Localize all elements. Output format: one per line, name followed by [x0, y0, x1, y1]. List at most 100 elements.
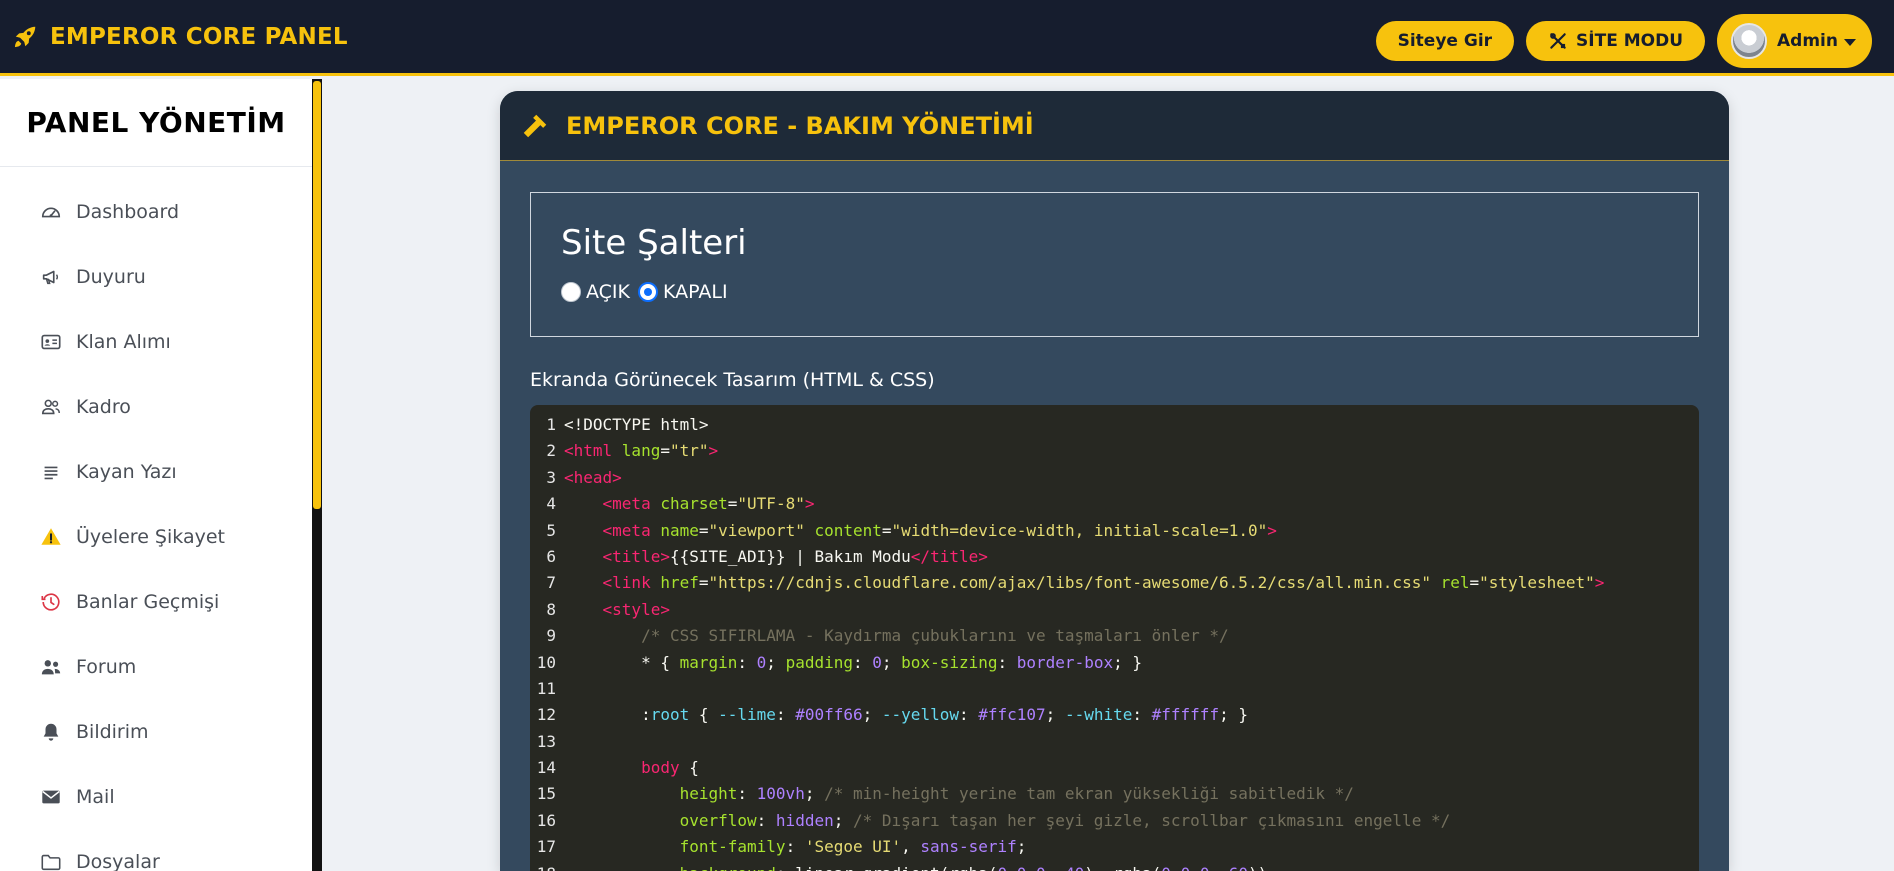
code-line: 12 :root { --lime: #00ff66; --yellow: #f… — [530, 702, 1604, 728]
code-text: <head> — [564, 467, 622, 487]
top-actions: Siteye Gir SİTE MODU Admin — [1375, 14, 1872, 68]
code-text: <link href="https://cdnjs.cloudflare.com… — [602, 573, 1605, 593]
sidebar-item-forum[interactable]: Forum — [0, 634, 312, 699]
code-line: 11 — [530, 676, 1604, 702]
site-switch-box: Site Şalteri AÇIK KAPALI — [530, 192, 1699, 337]
code-line: 5 <meta name="viewport" content="width=d… — [530, 518, 1604, 544]
lines-icon — [44, 466, 58, 479]
code-line: 6 <title>{{SITE_ADI}} | Bakım Modu</titl… — [530, 544, 1604, 570]
sidebar-item-uyelere-sikayet[interactable]: Üyelere Şikayet — [0, 504, 312, 569]
sidebar-item-label: Forum — [76, 655, 137, 678]
folder-icon — [41, 854, 61, 870]
users-icon — [41, 399, 60, 414]
code-text: <meta name="viewport" content="width=dev… — [602, 520, 1277, 540]
line-number: 6 — [546, 546, 556, 566]
sidebar-item-klan-alimi[interactable]: Klan Alımı — [0, 309, 312, 374]
sidebar-item-label: Mail — [76, 785, 115, 808]
code-editor[interactable]: 1 <!DOCTYPE html> 2 <html lang="tr"> 3 <head>… — [530, 405, 1699, 871]
sidebar-item-label: Dashboard — [76, 200, 180, 223]
code-line: 3 <head> — [530, 465, 1604, 491]
sidebar-item-label: Duyuru — [76, 265, 146, 288]
sidebar-item-label: Klan Alımı — [76, 330, 171, 353]
sidebar-item-dosyalar[interactable]: Dosyalar — [0, 829, 312, 871]
line-number: 13 — [536, 731, 556, 751]
code-line: 9 /* CSS SIFIRLAMA - Kaydırma çubukların… — [530, 623, 1604, 649]
line-number: 18 — [530, 861, 564, 871]
code-text: <title>{{SITE_ADI}} | Bakım Modu</title> — [602, 546, 988, 566]
line-number: 3 — [546, 467, 556, 487]
avatar — [1731, 23, 1768, 59]
sidebar-item-label: Kadro — [76, 395, 131, 418]
line-number: 9 — [546, 626, 556, 646]
code-text: /* CSS SIFIRLAMA - Kaydırma çubuklarını … — [641, 626, 1229, 646]
radio-closed[interactable] — [638, 282, 658, 302]
code-line: 4 <meta charset="UTF-8"> — [530, 491, 1604, 517]
enter-site-button[interactable]: Siteye Gir — [1375, 21, 1515, 61]
people-icon — [41, 659, 61, 674]
tools-icon — [1550, 33, 1566, 49]
code-lines: 1 <!DOCTYPE html> 2 <html lang="tr"> 3 <head>… — [530, 412, 1605, 871]
switch-radio-group: AÇIK KAPALI — [561, 281, 736, 303]
line-number: 5 — [546, 520, 556, 540]
sidebar-scrollbar[interactable] — [312, 79, 322, 871]
radio-open-label[interactable]: AÇIK — [586, 281, 630, 303]
top-navbar: EMPEROR CORE PANEL Siteye Gir SİTE MODU … — [0, 0, 1894, 76]
history-icon — [41, 592, 60, 611]
card-header: EMPEROR CORE - BAKIM YÖNETİMİ — [500, 91, 1729, 161]
code-line: 18 background: linear-gradient(rgba(0,0,… — [530, 861, 1604, 871]
sidebar-item-kayan-yazi[interactable]: Kayan Yazı — [0, 439, 312, 504]
sidebar-item-dashboard[interactable]: Dashboard — [0, 179, 312, 244]
brand[interactable]: EMPEROR CORE PANEL — [12, 24, 348, 50]
code-text: <html lang="tr"> — [564, 441, 719, 461]
line-number: 10 — [536, 652, 556, 672]
line-number: 2 — [546, 441, 556, 461]
code-text: <style> — [602, 599, 670, 619]
site-mode-label: SİTE MODU — [1576, 31, 1684, 51]
code-line: 1 <!DOCTYPE html> — [530, 412, 1604, 438]
code-line: 10 * { margin: 0; padding: 0; box-sizing… — [530, 650, 1604, 676]
code-text: <!DOCTYPE html> — [564, 415, 709, 434]
design-label: Ekranda Görünecek Tasarım (HTML & CSS) — [530, 369, 935, 391]
sidebar-item-banlar-gecmisi[interactable]: Banlar Geçmişi — [0, 569, 312, 634]
sidebar: PANEL YÖNETİM Dashboard Duyuru Klan Alım… — [0, 79, 312, 871]
gauge-icon — [41, 207, 61, 217]
line-number: 16 — [536, 810, 556, 830]
code-text: body { — [641, 758, 699, 778]
sidebar-item-duyuru[interactable]: Duyuru — [0, 244, 312, 309]
admin-label: Admin — [1777, 31, 1838, 51]
code-line: 16 overflow: hidden; /* Dışarı taşan her… — [530, 808, 1604, 834]
sidebar-item-bildirim[interactable]: Bildirim — [0, 699, 312, 764]
sidebar-item-label: Kayan Yazı — [76, 460, 177, 483]
caret-down-icon — [1844, 38, 1856, 46]
line-number: 7 — [546, 573, 556, 593]
radio-closed-label[interactable]: KAPALI — [663, 281, 728, 303]
sidebar-item-label: Banlar Geçmişi — [76, 590, 220, 613]
code-line: 7 <link href="https://cdnjs.cloudflare.c… — [530, 570, 1604, 596]
sidebar-scrollbar-thumb[interactable] — [313, 81, 321, 509]
code-line: 15 height: 100vh; /* min-height yerine t… — [530, 781, 1604, 807]
radio-open[interactable] — [561, 282, 581, 302]
admin-menu-button[interactable]: Admin — [1717, 14, 1872, 68]
sidebar-item-label: Üyelere Şikayet — [76, 525, 225, 548]
brand-title: EMPEROR CORE PANEL — [50, 23, 348, 50]
enter-site-label: Siteye Gir — [1397, 31, 1493, 51]
sidebar-item-label: Dosyalar — [76, 850, 160, 871]
rocket-icon — [14, 26, 36, 47]
sidebar-item-mail[interactable]: Mail — [0, 764, 312, 829]
code-text: * { margin: 0; padding: 0; box-sizing: b… — [564, 652, 1142, 672]
code-line: 17 font-family: 'Segoe UI', sans-serif; — [530, 834, 1604, 860]
code-text: height: 100vh; /* min-height yerine tam … — [679, 784, 1354, 804]
sidebar-item-kadro[interactable]: Kadro — [0, 374, 312, 439]
code-line: 8 <style> — [530, 597, 1604, 623]
mail-icon — [42, 790, 60, 803]
line-number: 15 — [536, 784, 556, 804]
line-number: 1 — [546, 415, 556, 434]
site-mode-button[interactable]: SİTE MODU — [1526, 21, 1706, 61]
hammer-icon — [523, 114, 547, 137]
line-number: 4 — [546, 494, 556, 514]
megaphone-icon — [42, 270, 59, 284]
code-text: background: linear-gradient(rgba(0,0,0,.… — [564, 861, 1268, 871]
sidebar-item-label: Bildirim — [76, 720, 149, 743]
code-line: 2 <html lang="tr"> — [530, 438, 1604, 464]
code-text: <meta charset="UTF-8"> — [602, 494, 815, 514]
